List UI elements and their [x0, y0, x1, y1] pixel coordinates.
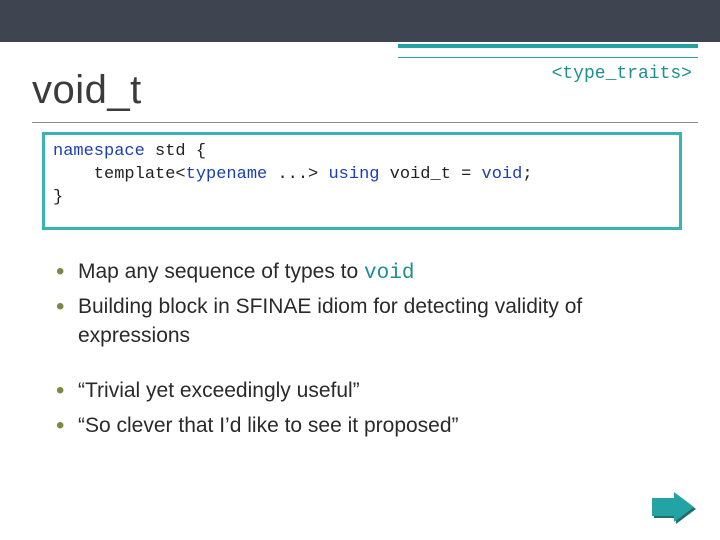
- bullet-list: Map any sequence of types to void Buildi…: [56, 256, 666, 444]
- code-line-1: namespace std {: [53, 141, 671, 164]
- title-rule: [32, 122, 698, 123]
- code-line-3: }: [53, 187, 671, 210]
- bullet-item: Map any sequence of types to void: [56, 256, 666, 288]
- top-bar: [0, 0, 720, 42]
- code-box: namespace std { template<typename ...> u…: [42, 132, 682, 230]
- header-tag: <type_traits>: [552, 64, 692, 84]
- bullet-item: “Trivial yet exceedingly useful”: [56, 375, 666, 407]
- code-line-2: template<typename ...> using void_t = vo…: [53, 164, 671, 187]
- slide-title: void_t: [32, 68, 142, 113]
- bullet-item: Building block in SFINAE idiom for detec…: [56, 291, 666, 350]
- header-rule: [398, 44, 698, 58]
- next-icon[interactable]: [650, 492, 700, 526]
- bullet-item: “So clever that I’d like to see it propo…: [56, 410, 666, 442]
